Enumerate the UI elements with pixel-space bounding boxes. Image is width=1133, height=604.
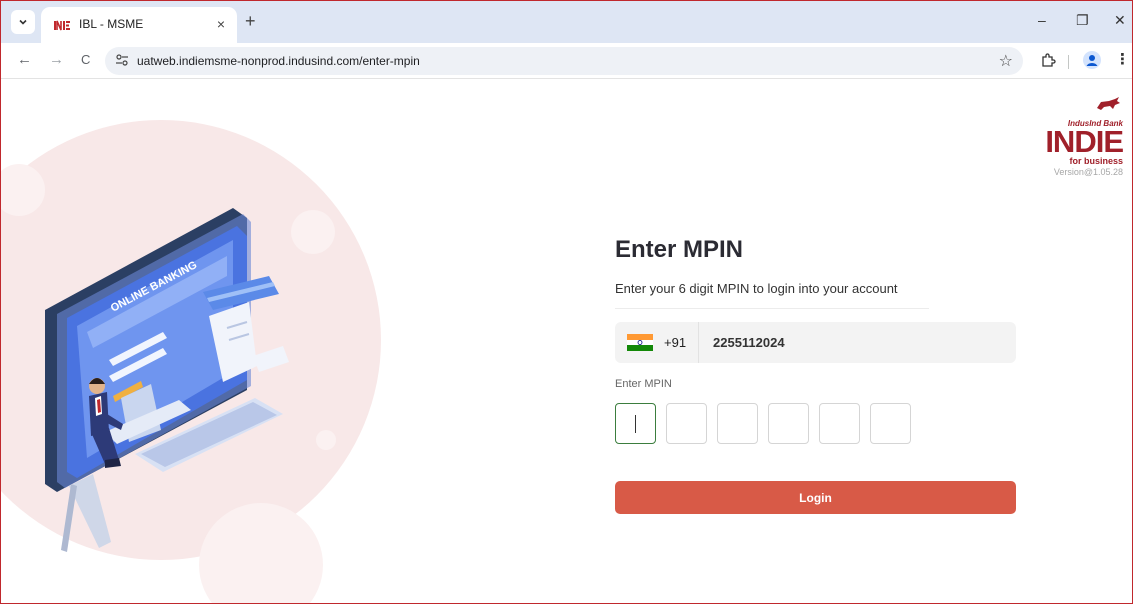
mpin-digit-4[interactable] [768, 403, 809, 444]
browser-tab[interactable]: IBL - MSME × [41, 7, 237, 43]
profile-avatar-icon[interactable] [1083, 51, 1101, 69]
chevron-down-icon [19, 19, 27, 25]
restore-button[interactable]: ❐ [1076, 13, 1089, 27]
minimize-button[interactable]: – [1038, 13, 1046, 27]
page-subtitle: Enter your 6 digit MPIN to login into yo… [615, 281, 898, 296]
phone-field-separator [698, 322, 699, 363]
tab-close-icon[interactable]: × [217, 17, 225, 31]
tab-strip: IBL - MSME × + – ❐ ✕ [1, 1, 1132, 43]
brand-logo: IndusInd Bank INDIE for business Version… [1031, 96, 1124, 177]
bull-logo-icon [1097, 97, 1120, 110]
text-caret [635, 415, 636, 433]
mpin-form: Enter MPIN Enter your 6 digit MPIN to lo… [615, 236, 1016, 514]
online-banking-illustration: ONLINE BANKING [1, 120, 381, 603]
browser-window: IBL - MSME × + – ❐ ✕ ← → C uatweb.indiem… [0, 0, 1133, 604]
mpin-digit-5[interactable] [819, 403, 860, 444]
url-text: uatweb.indiemsme-nonprod.indusind.com/en… [137, 54, 420, 68]
phone-number-value: 2255112024 [713, 335, 785, 350]
phone-number-field[interactable]: +91 2255112024 [615, 322, 1016, 363]
country-code: +91 [664, 335, 687, 350]
india-flag-icon [627, 334, 653, 351]
new-tab-button[interactable]: + [245, 12, 256, 30]
bookmark-star-icon[interactable]: ☆ [999, 51, 1013, 71]
site-info-icon [116, 54, 128, 66]
browser-menu-icon[interactable]: ⋮ [1115, 51, 1130, 69]
reload-button[interactable]: C [81, 51, 90, 69]
mpin-digit-6[interactable] [870, 403, 911, 444]
page-content: ONLINE BANKING IndusInd Bank INDIE for b… [1, 80, 1132, 603]
app-version: Version@1.05.28 [1053, 167, 1123, 177]
form-divider [615, 308, 929, 309]
login-button[interactable]: Login [615, 481, 1016, 514]
close-window-button[interactable]: ✕ [1114, 13, 1126, 27]
mpin-input-group [615, 403, 1016, 444]
address-bar[interactable]: uatweb.indiemsme-nonprod.indusind.com/en… [105, 47, 1023, 75]
mpin-digit-3[interactable] [717, 403, 758, 444]
toolbar-separator [1068, 55, 1069, 69]
brand-product-name: INDIE [1045, 124, 1124, 159]
browser-toolbar: ← → C uatweb.indiemsme-nonprod.indusind.… [1, 43, 1132, 79]
tab-title: IBL - MSME [79, 17, 144, 31]
page-title: Enter MPIN [615, 236, 744, 263]
mpin-digit-1[interactable] [615, 403, 656, 444]
mpin-label: Enter MPIN [615, 378, 672, 390]
mpin-digit-2[interactable] [666, 403, 707, 444]
extensions-icon[interactable] [1040, 52, 1056, 68]
tab-search-button[interactable] [11, 10, 35, 34]
indie-favicon-icon [53, 19, 71, 31]
back-button[interactable]: ← [17, 51, 32, 69]
forward-button[interactable]: → [49, 51, 64, 69]
